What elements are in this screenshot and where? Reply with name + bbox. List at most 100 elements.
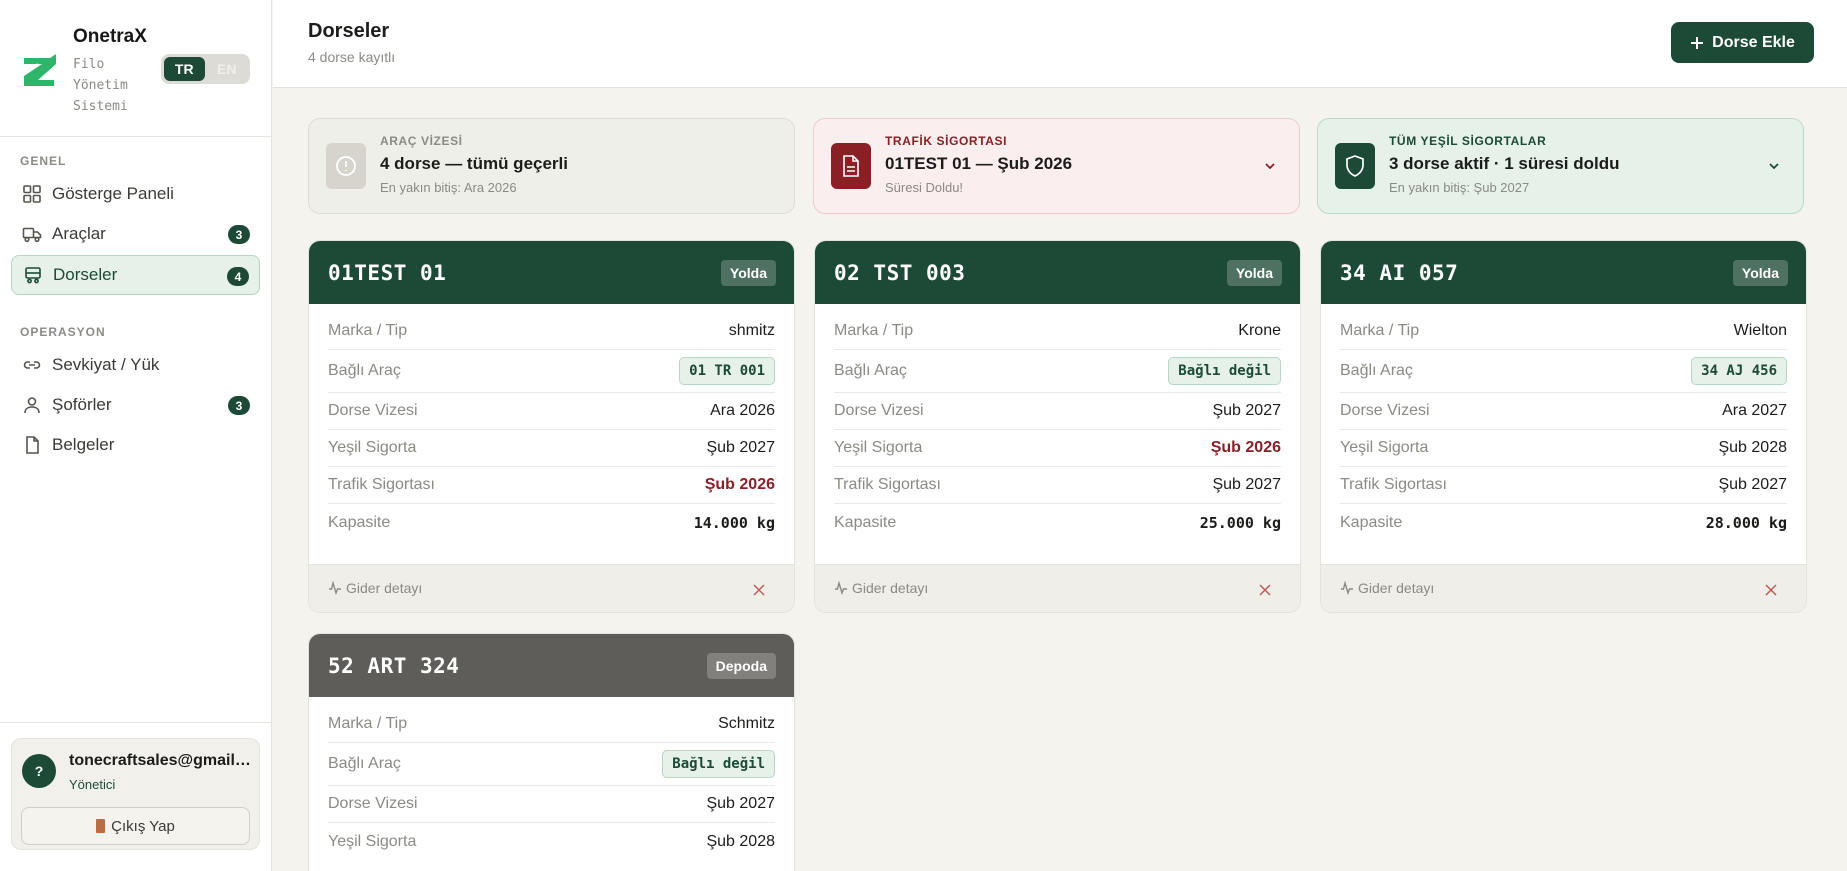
- detail-row-capacity: Kapasite 14.000 kg: [328, 504, 775, 541]
- alert-sub: En yakın bitiş: Şub 2027: [1389, 180, 1530, 195]
- trailer-card-header: 02 TST 003 Yolda: [815, 241, 1300, 304]
- status-badge: Depoda: [706, 653, 776, 679]
- detail-row-traffic: Trafik Sigortası Şub 2027: [1340, 467, 1787, 504]
- detail-label: Marka / Tip: [328, 714, 408, 732]
- delete-icon[interactable]: [1764, 583, 1778, 597]
- detail-value: Ara 2027: [1722, 402, 1787, 419]
- detail-value: Şub 2027: [706, 439, 775, 456]
- delete-icon[interactable]: [1258, 583, 1272, 597]
- trailer-card[interactable]: 02 TST 003 Yolda Marka / Tip Krone Bağlı …: [814, 240, 1301, 613]
- detail-label: Dorse Vizesi: [1340, 402, 1430, 419]
- detail-label: Marka / Tip: [328, 321, 408, 339]
- detail-value: Şub 2027: [1718, 476, 1787, 493]
- page-title: Dorseler: [308, 20, 390, 42]
- sidebar-item-label: Şoförler: [52, 395, 112, 414]
- detail-row-capacity: Kapasite 28.000 kg: [1340, 504, 1787, 541]
- detail-label: Dorse Vizesi: [328, 402, 418, 419]
- sidebar-item-label: Belgeler: [52, 435, 115, 454]
- expense-detail-label: Gider detayı: [852, 580, 929, 596]
- detail-value: 25.000 kg: [1199, 513, 1281, 532]
- delete-icon[interactable]: [752, 583, 766, 597]
- trailer-card-header: 01TEST 01 Yolda: [309, 241, 794, 304]
- detail-row-traffic: Trafik Sigortası Şub 2027: [834, 467, 1281, 504]
- detail-row-vehicle: Bağlı Araç 01 TR 001: [328, 350, 775, 393]
- chevron-down-icon[interactable]: [1263, 159, 1277, 173]
- sidebar-item-drivers[interactable]: Şoförler 3: [11, 385, 260, 425]
- detail-value: Wielton: [1733, 321, 1787, 339]
- detail-row-brand: Marka / Tip Wielton: [1340, 304, 1787, 350]
- lang-tr-button[interactable]: TR: [164, 57, 205, 81]
- sidebar-item-vehicles[interactable]: Araçlar 3: [11, 214, 260, 254]
- add-trailer-label: Dorse Ekle: [1712, 33, 1795, 51]
- detail-label: Yeşil Sigorta: [328, 439, 417, 456]
- trailer-card-footer: Gider detayı: [815, 564, 1300, 612]
- sidebar-item-label: Araçlar: [52, 224, 106, 243]
- shield-icon: [1335, 143, 1375, 189]
- sidebar-item-documents[interactable]: Belgeler: [11, 425, 260, 465]
- detail-label: Bağlı Araç: [328, 755, 401, 772]
- detail-label: Yeşil Sigorta: [834, 439, 923, 456]
- detail-row-vehicle: Bağlı Araç 34 AJ 456: [1340, 350, 1787, 393]
- truck-icon: [22, 227, 42, 243]
- detail-row-brand: Marka / Tip Krone: [834, 304, 1281, 350]
- linked-vehicle-chip[interactable]: Bağlı değil: [1168, 357, 1281, 385]
- detail-row-traffic: Trafik Sigortası Şub 2026: [328, 467, 775, 504]
- vehicles-count-badge: 3: [228, 225, 250, 244]
- detail-row-vize: Dorse Vizesi Ara 2027: [1340, 393, 1787, 430]
- expense-detail-link[interactable]: Gider detayı: [1340, 580, 1434, 596]
- nav-section-general: GENEL: [20, 154, 67, 168]
- trailer-plate: 02 TST 003: [834, 261, 966, 285]
- logout-label: Çıkış Yap: [111, 817, 175, 835]
- linked-vehicle-chip[interactable]: 01 TR 001: [679, 357, 775, 385]
- lang-en-button[interactable]: EN: [207, 57, 248, 81]
- activity-icon: [1341, 581, 1353, 595]
- trailer-icon: [25, 267, 41, 284]
- detail-label: Trafik Sigortası: [834, 476, 941, 493]
- alert-card-traffic-insurance[interactable]: TRAFİK SİGORTASI 01TEST 01 — Şub 2026 Sü…: [813, 118, 1300, 214]
- logout-button[interactable]: Çıkış Yap: [21, 807, 250, 845]
- trailer-card[interactable]: 52 ART 324 Depoda Marka / Tip Schmitz Bağ…: [308, 633, 795, 871]
- alert-main: 4 dorse — tümü geçerli: [380, 154, 568, 173]
- detail-row-capacity: Kapasite 25.000 kg: [834, 504, 1281, 541]
- status-badge: Yolda: [1732, 260, 1788, 286]
- alert-main: 01TEST 01 — Şub 2026: [885, 154, 1073, 173]
- expense-detail-link[interactable]: Gider detayı: [328, 580, 422, 596]
- detail-row-green: Yeşil Sigorta Şub 2026: [834, 430, 1281, 467]
- add-trailer-button[interactable]: Dorse Ekle: [1671, 22, 1814, 63]
- trailer-details: Marka / Tip Wielton Bağlı Araç 34 AJ 456 D…: [1321, 304, 1806, 541]
- detail-label: Marka / Tip: [1340, 321, 1420, 339]
- sidebar-item-shipments[interactable]: Sevkiyat / Yük: [11, 345, 260, 385]
- status-badge: Yolda: [720, 260, 776, 286]
- alert-sub: En yakın bitiş: Ara 2026: [380, 180, 517, 195]
- sidebar-item-dashboard[interactable]: Gösterge Paneli: [11, 174, 260, 214]
- alert-card-green-insurance[interactable]: TÜM YEŞİL SİGORTALAR 3 dorse aktif · 1 s…: [1317, 118, 1804, 214]
- trailer-card[interactable]: 34 AI 057 Yolda Marka / Tip Wielton Bağlı…: [1320, 240, 1807, 613]
- user-email: tonecraftsales@gmail.com: [69, 752, 251, 769]
- detail-label: Kapasite: [834, 513, 897, 531]
- trailer-card[interactable]: 01TEST 01 Yolda Marka / Tip shmitz Bağlı …: [308, 240, 795, 613]
- detail-row-vehicle: Bağlı Araç Bağlı değil: [328, 743, 775, 786]
- user-panel: ? tonecraftsales@gmail.com Yönetici Çıkı…: [11, 738, 260, 850]
- alert-label: TÜM YEŞİL SİGORTALAR: [1389, 134, 1547, 148]
- detail-value: Schmitz: [718, 714, 775, 732]
- dashboard-icon: [23, 185, 41, 203]
- detail-value: Şub 2027: [706, 795, 775, 812]
- alert-circle-icon: [326, 143, 366, 189]
- detail-label: Bağlı Araç: [1340, 362, 1413, 379]
- trailer-details: Marka / Tip shmitz Bağlı Araç 01 TR 001 Do…: [309, 304, 794, 541]
- linked-vehicle-chip[interactable]: Bağlı değil: [662, 750, 775, 778]
- expense-detail-link[interactable]: Gider detayı: [834, 580, 928, 596]
- sidebar-divider: [0, 722, 272, 723]
- trailer-plate: 34 AI 057: [1340, 261, 1459, 285]
- detail-label: Dorse Vizesi: [834, 402, 924, 419]
- linked-vehicle-chip[interactable]: 34 AJ 456: [1691, 357, 1787, 385]
- detail-value: Şub 2027: [1212, 402, 1281, 419]
- detail-value: Şub 2027: [1212, 476, 1281, 493]
- detail-label: Bağlı Araç: [328, 362, 401, 379]
- chevron-down-icon[interactable]: [1767, 159, 1781, 173]
- sidebar-item-trailers[interactable]: Dorseler 4: [11, 255, 260, 295]
- user-icon: [24, 397, 40, 414]
- detail-value: shmitz: [728, 321, 775, 339]
- detail-value: Şub 2028: [1718, 439, 1787, 456]
- detail-label: Trafik Sigortası: [1340, 476, 1447, 493]
